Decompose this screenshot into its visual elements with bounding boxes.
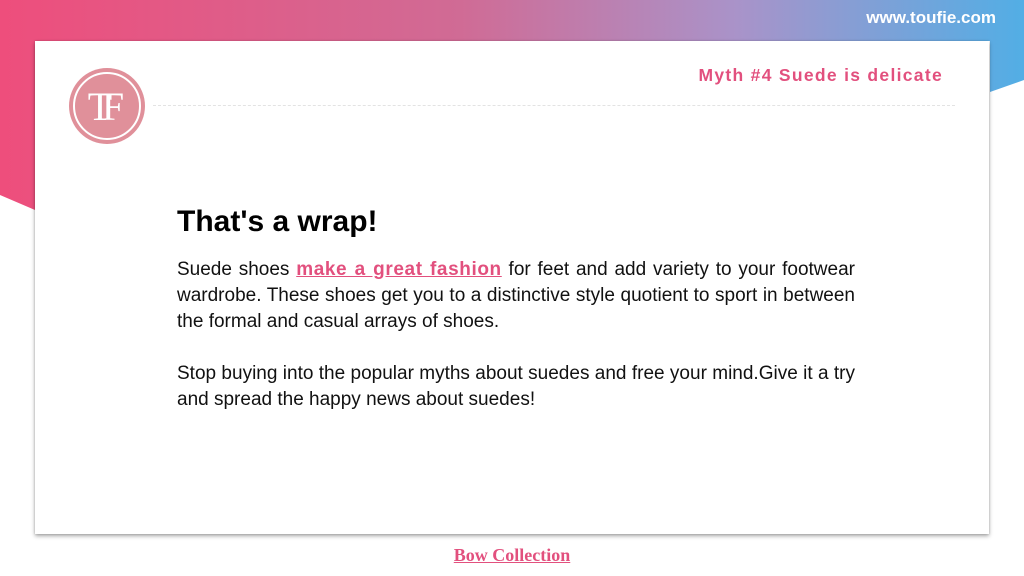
title-divider [153, 105, 955, 106]
paragraph-2: Stop buying into the popular myths about… [177, 363, 855, 410]
slide-card: T F Myth #4 Suede is delicate That's a w… [35, 41, 989, 534]
footer: Bow Collection [0, 545, 1024, 566]
paragraph-1: Suede shoes make a great fashion for fee… [177, 257, 855, 335]
logo-letter-f: F [102, 84, 124, 129]
brand-logo: T F [69, 68, 145, 144]
slide-title: Myth #4 Suede is delicate [698, 65, 943, 85]
fashion-link[interactable]: make a great fashion [296, 259, 502, 280]
content-heading: That's a wrap! [177, 205, 378, 238]
site-url[interactable]: www.toufie.com [866, 8, 996, 28]
paragraph-1-start: Suede shoes [177, 259, 297, 280]
bow-collection-link[interactable]: Bow Collection [454, 545, 571, 565]
main-content: That's a wrap! Suede shoes make a great … [177, 205, 855, 413]
